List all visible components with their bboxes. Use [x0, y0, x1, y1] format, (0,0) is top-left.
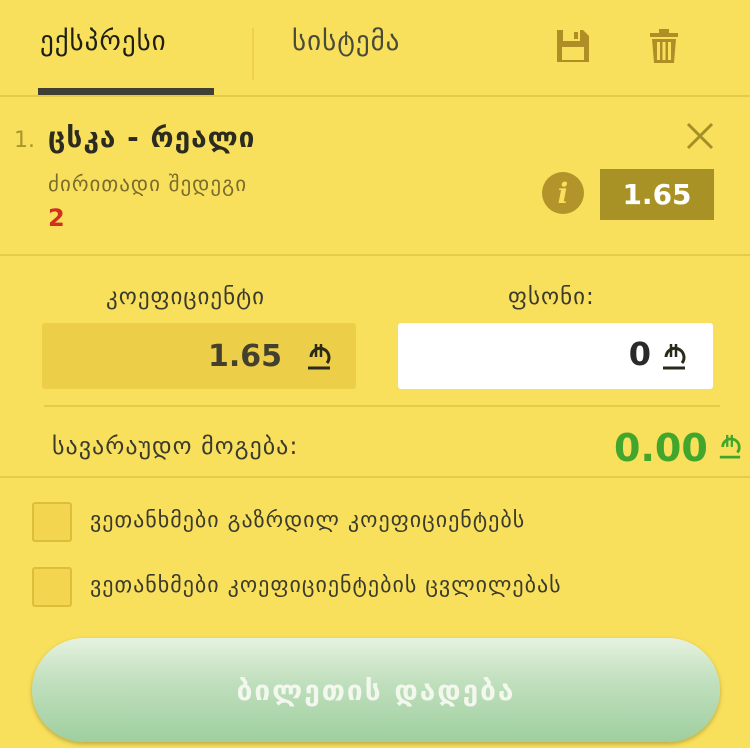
stake-input[interactable]: 0	[398, 323, 713, 389]
lari-currency-icon	[306, 341, 332, 375]
place-bet-button[interactable]: ბილეთის დადება	[32, 638, 720, 742]
remove-pick-button[interactable]	[684, 120, 716, 152]
close-icon	[686, 122, 714, 150]
tabs-divider	[0, 95, 750, 97]
possible-win-value: 0.00	[614, 426, 708, 470]
tab-divider	[252, 28, 254, 80]
tab-express[interactable]: ექსპრესი	[40, 26, 167, 57]
stake-label: ფსონი:	[508, 284, 595, 310]
pick-divider	[0, 254, 750, 256]
lari-currency-icon	[718, 432, 742, 464]
tab-system[interactable]: სისტემა	[292, 26, 400, 57]
coefficient-value: 1.65	[208, 339, 283, 374]
pick-market: ძირითადი შედეგი	[48, 172, 248, 196]
pick-number: 1.	[14, 128, 35, 153]
possible-win-label: სავარაუდო მოგება:	[52, 432, 299, 460]
coefficient-label: კოეფიციენტი	[106, 284, 266, 310]
checkbox[interactable]	[32, 567, 72, 607]
pick-event-name: ცსკა - რეალი	[48, 121, 256, 154]
stake-divider	[44, 405, 720, 407]
save-button[interactable]	[554, 27, 592, 65]
pick-odds-badge: 1.65	[600, 169, 714, 220]
pick-outcome: 2	[48, 204, 65, 232]
coefficient-field: 1.65	[42, 323, 356, 389]
option-accept-increased-odds[interactable]: ვეთანხმები გაზრდილ კოეფიციენტებს	[0, 502, 750, 546]
delete-all-button[interactable]	[645, 27, 683, 65]
checkbox-label: ვეთანხმები კოეფიციენტების ცვლილებას	[90, 573, 562, 598]
checkbox-label: ვეთანხმები გაზრდილ კოეფიციენტებს	[90, 508, 526, 533]
trash-icon	[650, 29, 678, 63]
option-accept-odds-changes[interactable]: ვეთანხმები კოეფიციენტების ცვლილებას	[0, 567, 750, 611]
win-divider	[0, 476, 750, 478]
info-icon[interactable]: i	[542, 172, 584, 214]
checkbox[interactable]	[32, 502, 72, 542]
lari-currency-icon	[661, 341, 687, 375]
stake-value: 0	[628, 335, 651, 373]
save-icon	[557, 30, 589, 62]
bet-type-tabs: ექსპრესი სისტემა	[0, 0, 750, 96]
